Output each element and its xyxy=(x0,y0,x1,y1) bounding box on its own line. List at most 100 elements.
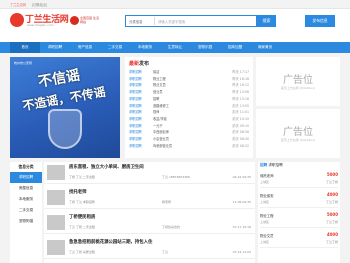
post-category[interactable]: 求职招聘 xyxy=(129,89,142,96)
nav-item[interactable]: 招商加盟 xyxy=(220,42,250,53)
post-title[interactable]: 小店营业员 xyxy=(153,136,169,143)
info-feed: 房东直租、独立大小单间、厨房卫生间 丁桥 丁兰 二手出租 丁兰 1887665336… xyxy=(44,162,255,263)
post-title[interactable]: 厨师 xyxy=(153,109,159,116)
post-title[interactable]: 收盆/学徒 xyxy=(153,116,167,123)
post-category[interactable]: 求职招聘 xyxy=(129,69,142,76)
post-category[interactable]: 求职招聘 xyxy=(129,129,142,136)
recruit-title[interactable]: 物业工程 xyxy=(260,213,274,218)
logo-icon[interactable] xyxy=(10,13,24,27)
latest-post-row[interactable]: 求职招聘 小店营业员 前天 08:40 xyxy=(129,136,249,143)
feed-date: 07-14 11:02 xyxy=(232,250,251,254)
post-category[interactable]: 求职招聘 xyxy=(129,82,142,89)
recruit-item[interactable]: 物业保安 4000 上城区 丁兰丁桥 xyxy=(260,190,338,208)
recruit-item[interactable]: 物业文员 4000 上城区 丁兰丁桥 xyxy=(260,230,338,248)
post-category[interactable]: 求职招聘 xyxy=(129,96,142,103)
recruit-head: 招聘 求职招聘 xyxy=(260,163,283,167)
post-category[interactable]: 求职招聘 xyxy=(129,123,142,130)
sidebar-item[interactable]: 宠物狗猫 xyxy=(10,216,42,227)
recruit-item[interactable]: 佣托老师 5000 上城区 丁兰丁桥 xyxy=(260,170,338,188)
post-time: 昨天 16:16 xyxy=(232,76,249,81)
search-input[interactable]: 请输入关键字搜索 xyxy=(158,19,185,24)
feed-item[interactable]: 急急急招租前桃花源公园站三期，持包入住 丁兰 丁桥 房屋出租 丁兰 07-14 11:… xyxy=(44,237,255,259)
feed-title[interactable]: 找托老师 xyxy=(69,189,87,195)
feed-title[interactable]: 急急急招租前桃花源公园站三期，持包入住 xyxy=(69,239,152,245)
post-title[interactable]: 招聘 xyxy=(153,96,159,103)
post-title[interactable]: 驾驶部营业员 xyxy=(153,143,172,150)
recruit-panel: 招聘 求职招聘 佣托老师 5000 上城区 丁兰丁桥 物业保安 4000 上城区 丁兰丁桥 物业… xyxy=(258,162,340,263)
ad-slot-2[interactable]: 广告位 首页上方右侧 (84x49px) xyxy=(256,109,340,158)
latest-post-row[interactable]: 求职招聘 物业文员 昨天 16:12 xyxy=(129,82,249,89)
post-category[interactable]: 求职招聘 xyxy=(129,76,142,83)
recruit-title[interactable]: 物业文员 xyxy=(260,233,274,238)
latest-post-row[interactable]: 求职招聘 一元干 前天 09:10 xyxy=(129,123,249,130)
latest-post-row[interactable]: 求职招聘 道路维修工 前天 13:05 xyxy=(129,103,249,110)
feed-thumbnail[interactable] xyxy=(47,165,65,180)
feed-title[interactable]: 房东直租、独立大小单间、厨房卫生间 xyxy=(69,164,144,170)
latest-post-row[interactable]: 求职招聘 营业员 昨天 15:56 xyxy=(129,89,249,96)
sidebar-item[interactable]: 二手交易 xyxy=(10,205,42,216)
recruit-title[interactable]: 物业保安 xyxy=(260,193,274,198)
post-category[interactable]: 求职招聘 xyxy=(129,143,142,150)
site-name-link[interactable]: 丁兰生活网 xyxy=(10,2,26,7)
latest-post-row[interactable]: 求职招聘 物业工程 昨天 16:16 xyxy=(129,76,249,83)
latest-post-row[interactable]: 求职招聘 收盆/学徒 前天 10:10 xyxy=(129,116,249,123)
post-title[interactable]: 物业文员 xyxy=(153,82,166,89)
feed-thumbnail[interactable] xyxy=(47,215,65,230)
ad-slot-1[interactable]: 广告位 首页上方右侧 (84x49px) xyxy=(256,57,340,106)
post-time: 前天 10:10 xyxy=(232,116,249,121)
latest-post-row[interactable]: 求职招聘 保洁 昨天 17:17 xyxy=(129,69,249,76)
feed-thumbnail[interactable] xyxy=(47,190,65,205)
category-sidebar: 信息分类 求职招聘 房屋信息 本地服务 二手交易 宠物狗猫 xyxy=(10,162,42,263)
feed-item[interactable]: 找托老师 丁桥 丁兰 求职招聘 杨老师 11-09 09:35 xyxy=(44,187,255,209)
recruit-title[interactable]: 佣托老师 xyxy=(260,173,274,178)
post-category[interactable]: 求职招聘 xyxy=(129,116,142,123)
recruit-tag: 丁兰丁桥 xyxy=(325,220,338,224)
hero-banner[interactable]: 杭州市公安局 不信谣 不造谣，不传谣 xyxy=(10,57,120,158)
post-title[interactable]: 保洁 xyxy=(153,69,159,76)
nav-item[interactable]: 二手交易 xyxy=(100,42,130,53)
post-time: 昨天 15:56 xyxy=(232,90,249,95)
post-title[interactable]: 中西面包师 xyxy=(153,129,169,136)
feed-item[interactable]: 房东直租、独立大小单间、厨房卫生间 丁桥 丁兰 二手出租 丁兰 1887665336… xyxy=(44,162,255,184)
post-title[interactable]: 营业员 xyxy=(153,89,163,96)
ad-size: 首页上方右侧 (84x49px) xyxy=(280,86,316,90)
nav-item[interactable]: 宠物乐园 xyxy=(190,42,220,53)
latest-post-row[interactable]: 求职招聘 驾驶部营业员 前天 08:22 xyxy=(129,143,249,150)
nav-item[interactable]: 本地服务 xyxy=(130,42,160,53)
recruit-salary: 5000 xyxy=(326,212,338,217)
post-title[interactable]: 一元干 xyxy=(153,123,163,130)
post-title[interactable]: 物业工程 xyxy=(153,76,166,83)
sidebar-head: 信息分类 xyxy=(18,164,34,169)
recruit-location: 上城区 xyxy=(260,220,270,224)
sidebar-item[interactable]: 本地服务 xyxy=(10,194,42,205)
feed-meta: 丁兰 丁桥 二手出租 xyxy=(69,225,95,229)
post-category[interactable]: 求职招聘 xyxy=(129,103,142,110)
latest-post-row[interactable]: 求职招聘 厨师 前天 11:01 xyxy=(129,109,249,116)
nav-item[interactable]: 商家黄页 xyxy=(250,42,280,53)
search-button[interactable]: 搜索 xyxy=(257,15,276,27)
nav-item[interactable]: 求职招聘 xyxy=(40,42,70,53)
nav-item[interactable]: 首页 xyxy=(10,42,40,53)
recruit-item[interactable]: 物业工程 5000 上城区 丁兰丁桥 xyxy=(260,210,338,228)
feed-meta: 丁桥 丁兰 二手出租 xyxy=(69,175,95,179)
sidebar-item[interactable]: 房屋信息 xyxy=(10,183,42,194)
feed-item[interactable]: 丁桥便民租房 丁兰 丁桥 二手出租 丁桥住房合约 07-17 15:16 xyxy=(44,212,255,234)
post-title[interactable]: 道路维修工 xyxy=(153,103,169,110)
switch-site-link[interactable]: [切换站点] xyxy=(32,2,47,7)
feed-meta: 丁桥 丁兰 求职招聘 xyxy=(69,200,95,204)
nav-item[interactable]: 房产信息 xyxy=(70,42,100,53)
recruit-location: 上城区 xyxy=(260,240,270,244)
post-info-button[interactable]: 发布信息 xyxy=(305,15,335,27)
search-box: 分类信息 请输入关键字搜索 xyxy=(125,15,257,27)
sidebar-item[interactable]: 求职招聘 xyxy=(10,172,42,183)
search-category-select[interactable]: 分类信息 xyxy=(127,17,155,25)
latest-post-row[interactable]: 求职招聘 中西面包师 前天 08:56 xyxy=(129,129,249,136)
post-category[interactable]: 求职招聘 xyxy=(129,136,142,143)
feed-title[interactable]: 丁桥便民租房 xyxy=(69,214,95,220)
feed-thumbnail[interactable] xyxy=(47,240,65,255)
recruit-tag: 丁兰丁桥 xyxy=(325,180,338,184)
latest-post-row[interactable]: 求职招聘 招聘 昨天 15:16 xyxy=(129,96,249,103)
feed-date: 07-17 15:16 xyxy=(232,225,251,229)
post-category[interactable]: 求职招聘 xyxy=(129,109,142,116)
nav-item[interactable]: 生意转让 xyxy=(160,42,190,53)
